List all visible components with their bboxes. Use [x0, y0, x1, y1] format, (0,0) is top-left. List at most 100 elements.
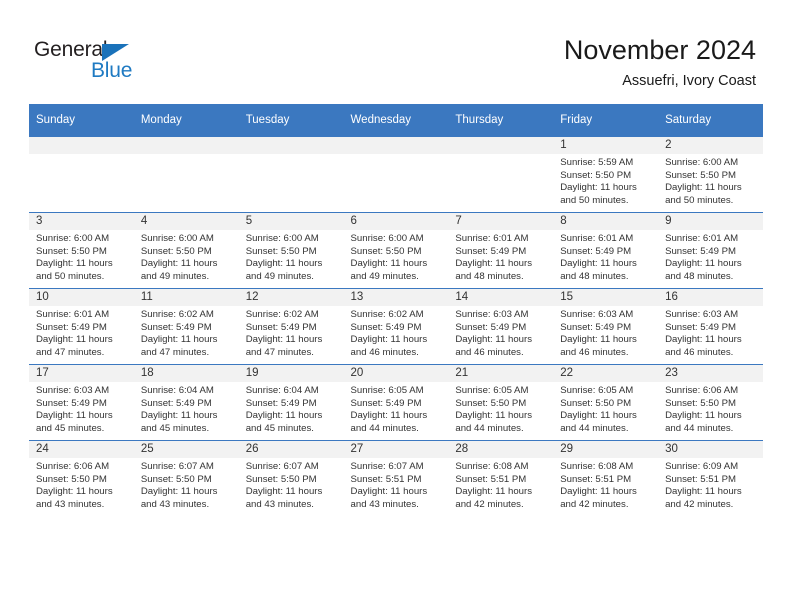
sunrise-text: Sunrise: 6:07 AM [245, 461, 319, 472]
sunset-text: Sunset: 5:49 PM [455, 245, 527, 257]
day-number: 21 [448, 365, 554, 382]
calendar-day-cell[interactable]: 11 Sunrise: 6:02 AM Sunset: 5:49 PM Dayligh… [133, 288, 239, 365]
day-details: Sunrise: 6:00 AM Sunset: 5:50 PM Daylight:… [239, 230, 344, 283]
calendar-day-cell[interactable]: 22 Sunrise: 6:05 AM Sunset: 5:50 PM Dayligh… [553, 364, 659, 441]
calendar-day-cell[interactable]: 23 Sunrise: 6:06 AM Sunset: 5:50 PM Dayligh… [658, 364, 763, 441]
daylight-text-line2: and 47 minutes. [245, 346, 314, 358]
day-number: 1 [553, 137, 659, 154]
calendar-day-cell[interactable]: 2 Sunrise: 6:00 AM Sunset: 5:50 PM Daylight… [658, 136, 763, 213]
sunrise-text: Sunrise: 6:03 AM [560, 309, 634, 320]
daylight-text-line1: Daylight: 11 hours [36, 410, 113, 422]
general-blue-logo[interactable]: General Blue [34, 38, 164, 86]
daylight-text-line1: Daylight: 11 hours [455, 486, 532, 498]
sunset-text: Sunset: 5:51 PM [665, 473, 736, 485]
calendar-day-cell[interactable]: 29 Sunrise: 6:08 AM Sunset: 5:51 PM Dayligh… [553, 440, 659, 516]
day-details: Sunrise: 6:07 AM Sunset: 5:50 PM Daylight:… [239, 458, 344, 511]
daylight-text-line2: and 46 minutes. [455, 346, 524, 358]
calendar-day-cell-empty [343, 136, 449, 213]
calendar-day-cell[interactable]: 17 Sunrise: 6:03 AM Sunset: 5:49 PM Dayligh… [29, 364, 134, 441]
calendar-day-cell[interactable]: 25 Sunrise: 6:07 AM Sunset: 5:50 PM Dayligh… [133, 440, 239, 516]
calendar-day-cell[interactable]: 28 Sunrise: 6:08 AM Sunset: 5:51 PM Dayligh… [448, 440, 554, 516]
calendar-grid: Sunday Monday Tuesday Wednesday Thursday… [29, 104, 763, 516]
calendar-day-cell[interactable]: 21 Sunrise: 6:05 AM Sunset: 5:50 PM Dayligh… [448, 364, 554, 441]
calendar-day-cell[interactable]: 10 Sunrise: 6:01 AM Sunset: 5:49 PM Dayligh… [29, 288, 134, 365]
sunset-text: Sunset: 5:49 PM [560, 321, 632, 333]
calendar-page: General Blue November 2024 Assuefri, Ivo… [0, 0, 792, 612]
daylight-text-line2: and 49 minutes. [350, 270, 419, 282]
day-number: 12 [238, 289, 344, 306]
daylight-text-line2: and 48 minutes. [560, 270, 629, 282]
calendar-day-cell[interactable]: 24 Sunrise: 6:06 AM Sunset: 5:50 PM Dayligh… [29, 440, 134, 516]
daylight-text-line2: and 48 minutes. [665, 270, 734, 282]
day-details: Sunrise: 6:03 AM Sunset: 5:49 PM Daylight:… [448, 306, 553, 359]
sunrise-text: Sunrise: 6:00 AM [350, 233, 424, 244]
calendar-day-cell-empty [133, 136, 239, 213]
daylight-text-line2: and 45 minutes. [36, 422, 105, 434]
calendar-day-cell[interactable]: 1 Sunrise: 5:59 AM Sunset: 5:50 PM Daylight… [553, 136, 659, 213]
daylight-text-line1: Daylight: 11 hours [140, 258, 218, 270]
sunrise-text: Sunrise: 6:02 AM [350, 309, 424, 320]
sunset-text: Sunset: 5:50 PM [560, 169, 632, 181]
sunrise-text: Sunrise: 6:07 AM [140, 461, 214, 472]
calendar-day-cell[interactable]: 4 Sunrise: 6:00 AM Sunset: 5:50 PM Daylight… [133, 212, 239, 289]
day-number: 14 [448, 289, 554, 306]
calendar-day-cell[interactable]: 12 Sunrise: 6:02 AM Sunset: 5:49 PM Dayligh… [238, 288, 344, 365]
calendar-day-cell[interactable]: 6 Sunrise: 6:00 AM Sunset: 5:50 PM Daylight… [343, 212, 449, 289]
sunrise-text: Sunrise: 6:02 AM [245, 309, 319, 320]
calendar-day-cell[interactable]: 27 Sunrise: 6:07 AM Sunset: 5:51 PM Dayligh… [343, 440, 449, 516]
calendar-day-cell[interactable]: 9 Sunrise: 6:01 AM Sunset: 5:49 PM Daylight… [658, 212, 763, 289]
daylight-text-line2: and 46 minutes. [350, 346, 419, 358]
calendar-day-cell[interactable]: 18 Sunrise: 6:04 AM Sunset: 5:49 PM Dayligh… [133, 364, 239, 441]
daylight-text-line1: Daylight: 11 hours [665, 334, 742, 346]
sunrise-text: Sunrise: 6:05 AM [455, 385, 529, 396]
calendar-day-cell[interactable]: 13 Sunrise: 6:02 AM Sunset: 5:49 PM Dayligh… [343, 288, 449, 365]
calendar-day-cell[interactable]: 15 Sunrise: 6:03 AM Sunset: 5:49 PM Dayligh… [553, 288, 659, 365]
calendar-day-cell[interactable]: 20 Sunrise: 6:05 AM Sunset: 5:49 PM Dayligh… [343, 364, 449, 441]
day-details: Sunrise: 6:02 AM Sunset: 5:49 PM Daylight:… [239, 306, 344, 359]
calendar-day-cell[interactable]: 7 Sunrise: 6:01 AM Sunset: 5:49 PM Daylight… [448, 212, 554, 289]
day-details: Sunrise: 6:08 AM Sunset: 5:51 PM Daylight:… [553, 458, 658, 511]
day-number: 3 [29, 213, 134, 230]
calendar-day-cell[interactable]: 14 Sunrise: 6:03 AM Sunset: 5:49 PM Dayligh… [448, 288, 554, 365]
daylight-text-line1: Daylight: 11 hours [36, 486, 113, 498]
day-number: 26 [238, 441, 344, 458]
daylight-text-line2: and 44 minutes. [665, 422, 734, 434]
day-number: 24 [29, 441, 134, 458]
day-number: 8 [553, 213, 659, 230]
day-details: Sunrise: 6:01 AM Sunset: 5:49 PM Daylight:… [29, 306, 134, 359]
calendar-day-cell[interactable]: 19 Sunrise: 6:04 AM Sunset: 5:49 PM Dayligh… [238, 364, 344, 441]
calendar-day-cell[interactable]: 30 Sunrise: 6:09 AM Sunset: 5:51 PM Dayligh… [658, 440, 763, 516]
sunrise-text: Sunrise: 6:03 AM [36, 385, 110, 396]
daylight-text-line2: and 45 minutes. [245, 422, 314, 434]
day-number: 13 [343, 289, 449, 306]
weekday-header-wednesday: Wednesday [343, 104, 449, 137]
day-details: Sunrise: 6:01 AM Sunset: 5:49 PM Daylight:… [658, 230, 763, 283]
day-number: 9 [658, 213, 763, 230]
calendar-day-cell[interactable]: 5 Sunrise: 6:00 AM Sunset: 5:50 PM Daylight… [238, 212, 344, 289]
sunrise-text: Sunrise: 6:08 AM [455, 461, 529, 472]
day-details: Sunrise: 6:02 AM Sunset: 5:49 PM Daylight:… [344, 306, 449, 359]
daylight-text-line1: Daylight: 11 hours [245, 334, 323, 346]
calendar-week-row: 1 Sunrise: 5:59 AM Sunset: 5:50 PM Daylight… [29, 136, 763, 213]
day-details: Sunrise: 6:00 AM Sunset: 5:50 PM Daylight:… [344, 230, 449, 283]
calendar-day-cell[interactable]: 26 Sunrise: 6:07 AM Sunset: 5:50 PM Dayligh… [238, 440, 344, 516]
day-number: 19 [238, 365, 344, 382]
day-number: 17 [29, 365, 134, 382]
daylight-text-line2: and 47 minutes. [36, 346, 105, 358]
calendar-day-cell[interactable]: 8 Sunrise: 6:01 AM Sunset: 5:49 PM Daylight… [553, 212, 659, 289]
sunrise-text: Sunrise: 6:04 AM [140, 385, 214, 396]
calendar-day-cell[interactable]: 16 Sunrise: 6:03 AM Sunset: 5:49 PM Dayligh… [658, 288, 763, 365]
weekday-header-thursday: Thursday [448, 104, 554, 137]
sunrise-text: Sunrise: 6:01 AM [560, 233, 634, 244]
daylight-text-line1: Daylight: 11 hours [245, 486, 323, 498]
daylight-text-line1: Daylight: 11 hours [560, 410, 637, 422]
daylight-text-line1: Daylight: 11 hours [455, 258, 532, 270]
daylight-text-line1: Daylight: 11 hours [560, 334, 637, 346]
daylight-text-line2: and 46 minutes. [665, 346, 734, 358]
sunset-text: Sunset: 5:51 PM [350, 473, 422, 485]
calendar-day-cell[interactable]: 3 Sunrise: 6:00 AM Sunset: 5:50 PM Daylight… [29, 212, 134, 289]
sunset-text: Sunset: 5:50 PM [350, 245, 422, 257]
day-number [133, 137, 239, 154]
sunset-text: Sunset: 5:50 PM [36, 473, 107, 485]
calendar-day-cell-empty [448, 136, 554, 213]
